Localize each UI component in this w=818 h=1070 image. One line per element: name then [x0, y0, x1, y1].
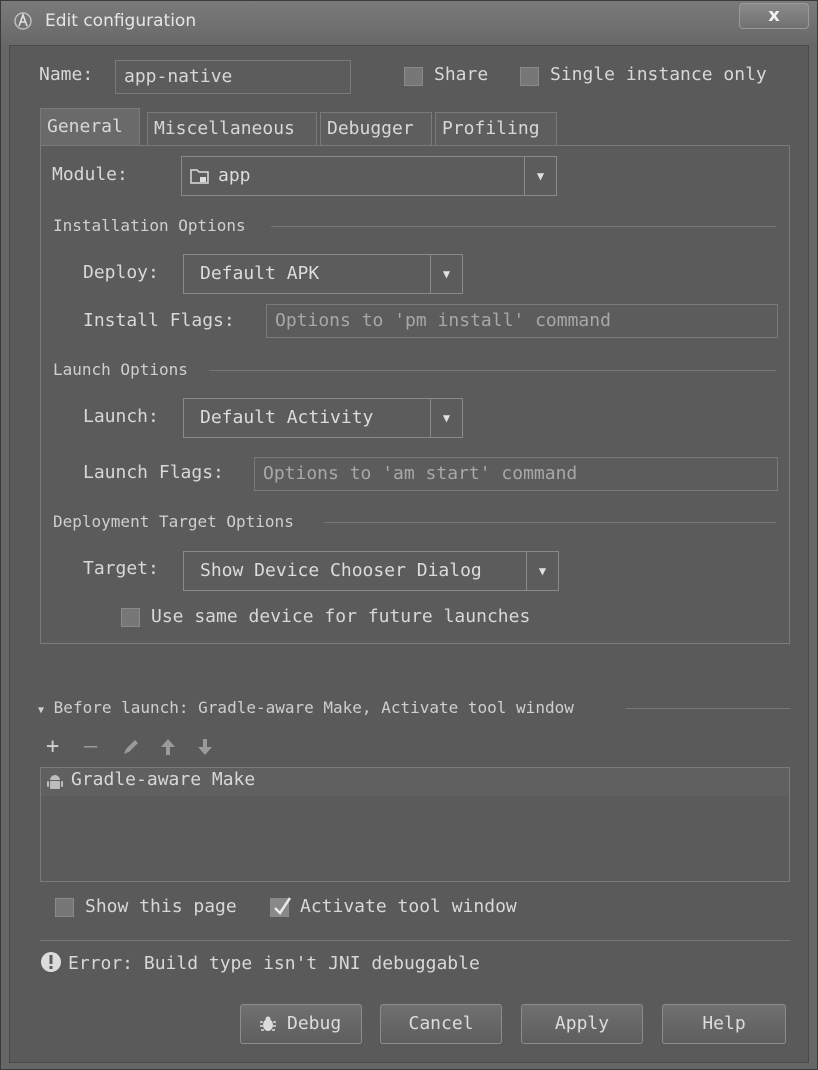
android-icon	[47, 775, 63, 789]
chevron-down-icon: ▼	[524, 157, 556, 195]
before-launch-title[interactable]: ▼ Before launch: Gradle-aware Make, Acti…	[38, 698, 574, 717]
tab-debugger[interactable]: Debugger	[320, 112, 432, 146]
share-label: Share	[434, 64, 489, 85]
tab-miscellaneous[interactable]: Miscellaneous	[147, 112, 317, 146]
install-flags-field[interactable]: Options to 'pm install' command	[266, 304, 778, 338]
close-button[interactable]: x	[739, 3, 809, 29]
chevron-down-icon: ▼	[430, 399, 462, 437]
module-folder-icon	[190, 169, 209, 184]
android-studio-icon	[14, 12, 32, 30]
minus-icon[interactable]: —	[84, 736, 97, 758]
single-instance-checkbox[interactable]	[520, 67, 539, 86]
launch-flags-label: Launch Flags:	[83, 462, 224, 483]
cancel-button[interactable]: Cancel	[380, 1004, 502, 1044]
section-divider	[271, 226, 776, 227]
target-value: Show Device Chooser Dialog	[200, 560, 482, 581]
dialog-content: Name: app-native Share Single instance o…	[9, 45, 809, 1063]
before-launch-list: Gradle-aware Make	[40, 767, 790, 882]
window-title: Edit configuration	[45, 11, 197, 31]
chevron-down-icon: ▼	[526, 552, 558, 590]
deployment-target-title: Deployment Target Options	[53, 512, 294, 531]
arrow-up-icon[interactable]	[160, 738, 176, 756]
launch-flags-field[interactable]: Options to 'am start' command	[254, 457, 778, 491]
same-device-label: Use same device for future launches	[151, 606, 531, 627]
install-flags-label: Install Flags:	[83, 310, 235, 331]
launch-value: Default Activity	[200, 407, 374, 428]
activate-tool-checkbox[interactable]	[270, 897, 292, 917]
debug-label: Debug	[287, 1013, 342, 1034]
section-divider	[209, 370, 776, 371]
launch-select[interactable]: Default Activity ▼	[183, 398, 463, 438]
plus-icon[interactable]: +	[46, 736, 59, 758]
show-page-label: Show this page	[85, 896, 237, 917]
debug-button[interactable]: Debug	[240, 1004, 362, 1044]
list-item-label: Gradle-aware Make	[71, 769, 256, 790]
section-divider	[626, 708, 790, 709]
show-page-checkbox[interactable]	[55, 898, 74, 917]
name-label: Name:	[39, 64, 94, 85]
launch-options-title: Launch Options	[53, 360, 188, 379]
apply-button[interactable]: Apply	[521, 1004, 643, 1044]
before-launch-text: Before launch: Gradle-aware Make, Activa…	[53, 698, 574, 717]
same-device-checkbox[interactable]	[121, 608, 140, 627]
arrow-down-icon[interactable]	[197, 738, 213, 756]
title-bar: Edit configuration x	[1, 1, 817, 45]
deploy-value: Default APK	[200, 263, 320, 284]
module-select[interactable]: app ▼	[181, 156, 557, 196]
name-field[interactable]: app-native	[115, 60, 351, 94]
close-icon: x	[768, 5, 780, 26]
target-select[interactable]: Show Device Chooser Dialog ▼	[183, 551, 559, 591]
pencil-icon[interactable]	[122, 738, 140, 756]
module-label: Module:	[52, 164, 128, 185]
tab-profiling[interactable]: Profiling	[435, 112, 557, 146]
section-divider	[324, 522, 776, 523]
error-message: Error: Build type isn't JNI debuggable	[68, 953, 480, 974]
target-label: Target:	[83, 558, 159, 579]
check-icon	[274, 897, 292, 915]
warning-icon	[41, 952, 61, 972]
single-instance-label: Single instance only	[550, 64, 767, 85]
share-checkbox[interactable]	[404, 67, 423, 86]
tab-general[interactable]: General	[40, 108, 140, 146]
collapse-arrow-icon: ▼	[38, 705, 45, 716]
help-button[interactable]: Help	[662, 1004, 786, 1044]
section-divider	[40, 940, 790, 941]
activate-tool-label: Activate tool window	[300, 896, 517, 917]
list-item[interactable]: Gradle-aware Make	[41, 768, 789, 796]
module-value: app	[218, 165, 251, 186]
chevron-down-icon: ▼	[430, 255, 462, 293]
deploy-select[interactable]: Default APK ▼	[183, 254, 463, 294]
edit-configuration-dialog: Edit configuration x Name: app-native Sh…	[0, 0, 818, 1070]
installation-options-title: Installation Options	[53, 216, 246, 235]
launch-label: Launch:	[83, 406, 159, 427]
deploy-label: Deploy:	[83, 262, 159, 283]
general-tab-panel: Module: app ▼ Installation Options Deplo…	[40, 145, 790, 644]
bug-icon	[260, 1016, 276, 1031]
